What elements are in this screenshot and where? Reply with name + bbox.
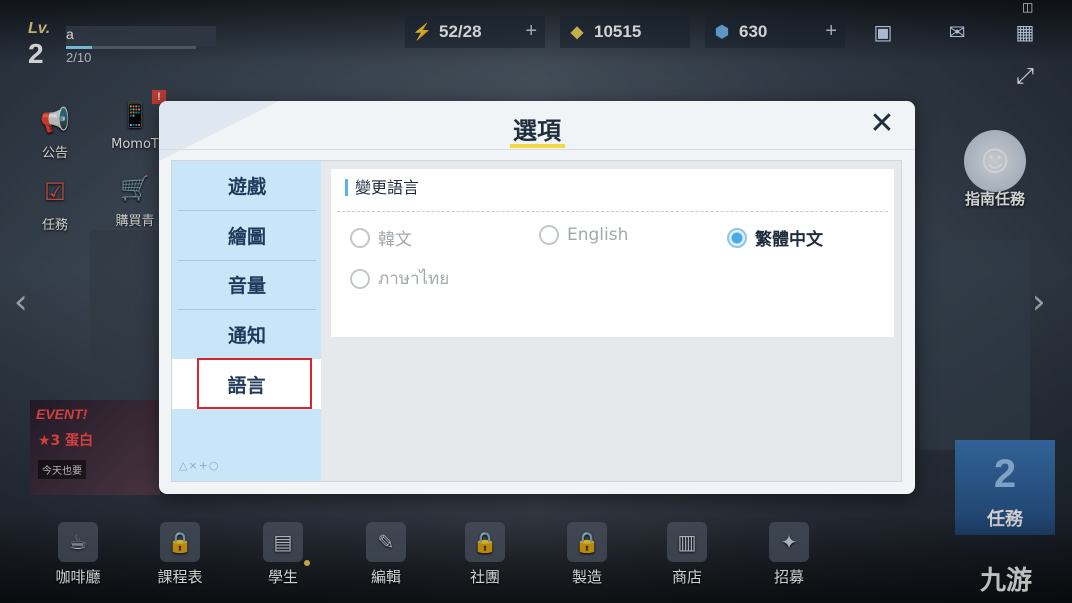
language-panel: 變更語言 韓文 English 繁體中文 ภาษาไทย [331, 169, 894, 337]
radio-icon [350, 268, 370, 289]
button-shapes-decoration: △×+○ [179, 459, 220, 472]
language-label: ภาษาไทย [378, 269, 450, 289]
tab-volume[interactable]: 音量 [178, 260, 316, 310]
language-label: 繁體中文 [755, 230, 823, 250]
dialog-title: 選項 [513, 117, 561, 145]
language-label: 韓文 [378, 230, 412, 250]
language-label: English [567, 225, 629, 245]
title-underline [510, 144, 565, 148]
options-tab-list: 遊戲 繪圖 音量 通知 語言 △×+○ [172, 161, 321, 481]
close-icon[interactable]: ✕ [865, 107, 899, 141]
language-option-thai[interactable]: ภาษาไทย [350, 265, 449, 292]
dialog-body: 遊戲 繪圖 音量 通知 語言 △×+○ 變更語言 韓文 English 繁體中文 [171, 160, 902, 482]
tab-graphics[interactable]: 繪圖 [178, 211, 316, 261]
tab-notification[interactable]: 通知 [178, 309, 316, 359]
language-option-traditional-chinese[interactable]: 繁體中文 [727, 225, 823, 250]
language-option-korean[interactable]: 韓文 [350, 225, 412, 250]
section-divider [337, 211, 888, 212]
tab-game[interactable]: 遊戲 [178, 161, 316, 211]
tab-language[interactable]: 語言 [172, 359, 321, 409]
language-option-english[interactable]: English [539, 225, 628, 245]
options-dialog: 選項 ✕ 遊戲 繪圖 音量 通知 語言 △×+○ 變更語言 韓文 English [159, 101, 915, 494]
radio-selected-icon [727, 227, 747, 248]
radio-icon [539, 225, 559, 245]
header-divider [159, 149, 915, 150]
section-title: 變更語言 [345, 179, 419, 196]
radio-icon [350, 227, 370, 248]
